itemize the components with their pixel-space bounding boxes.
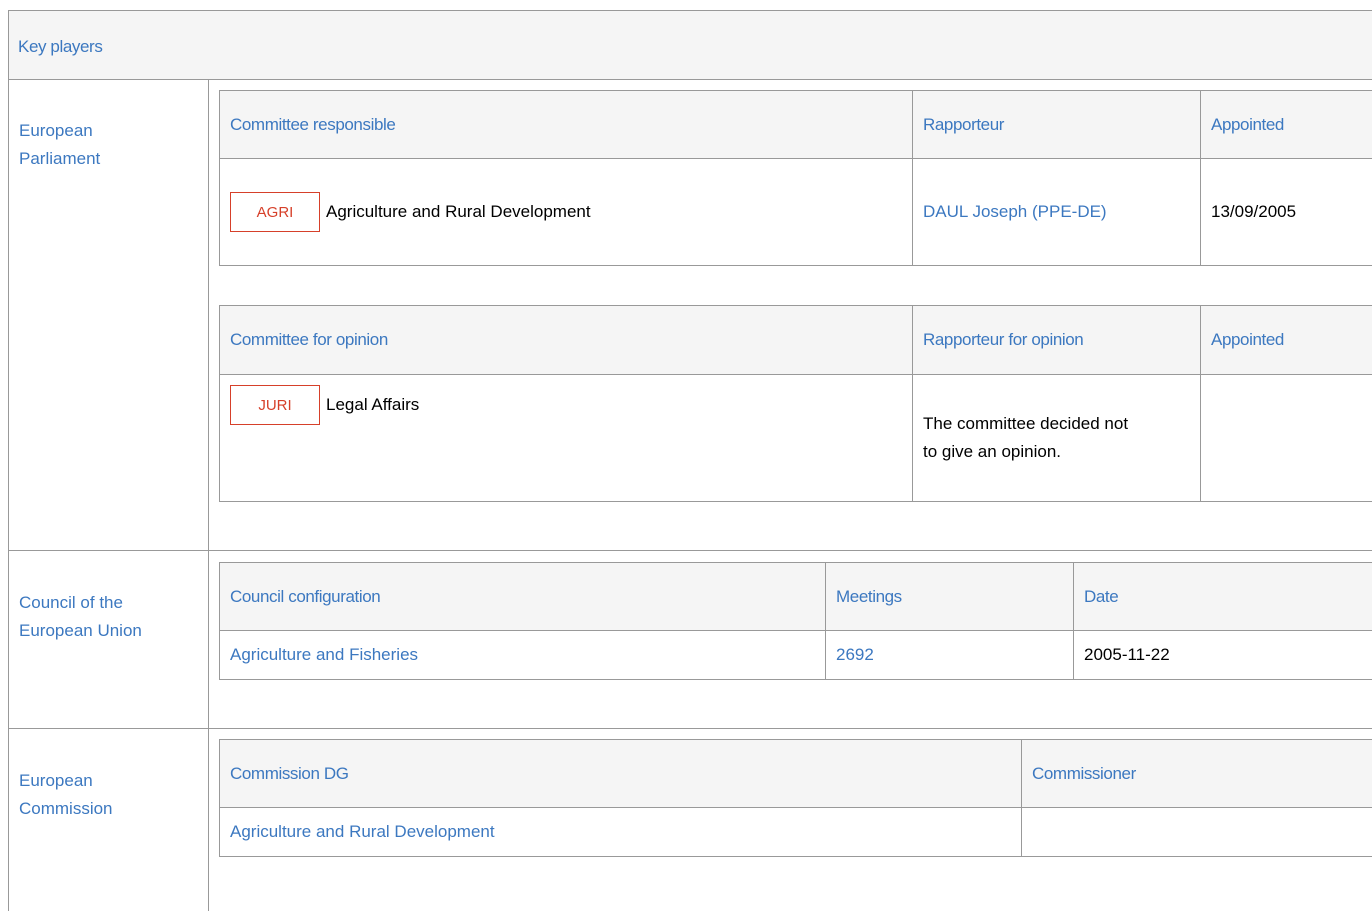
committee-badge-agri[interactable]: AGRI	[230, 192, 320, 232]
key-players-title: Key players	[18, 37, 102, 57]
row-label-line: European	[19, 117, 100, 145]
opinion-committee-name: Legal Affairs	[326, 395, 419, 415]
commissioner-header: Commissioner	[1022, 740, 1372, 808]
council-table: Council configuration Meetings Date Agri…	[219, 562, 1372, 680]
committee-opinion-table: Committee for opinion Rapporteur for opi…	[219, 305, 1372, 502]
date-header: Date	[1074, 563, 1372, 631]
meetings-header: Meetings	[826, 563, 1074, 631]
appointed-header: Appointed	[1201, 91, 1372, 159]
key-players-panel: Key players European Parliament Committe…	[8, 10, 1372, 911]
appointed-opinion-header: Appointed	[1201, 306, 1372, 375]
meetings-link[interactable]: 2692	[826, 631, 1074, 680]
appointed-date: 13/09/2005	[1201, 159, 1372, 266]
row-label-line: European Union	[19, 617, 142, 645]
commission-dg-header: Commission DG	[220, 740, 1022, 808]
row-divider	[9, 550, 1372, 551]
rapporteur-header: Rapporteur	[913, 91, 1201, 159]
committee-responsible-header: Committee responsible	[220, 91, 913, 159]
row-label-line: European	[19, 767, 113, 795]
rapporteur-opinion-header: Rapporteur for opinion	[913, 306, 1201, 375]
council-configuration-header: Council configuration	[220, 563, 826, 631]
commission-table: Commission DG Commissioner Agriculture a…	[219, 739, 1372, 857]
row-label-line: Commission	[19, 795, 113, 823]
opinion-note-line: The committee decided not	[923, 410, 1190, 438]
row-label-line: Parliament	[19, 145, 100, 173]
opinion-committee-cell: JURI Legal Affairs	[220, 375, 913, 502]
committee-badge-juri[interactable]: JURI	[230, 385, 320, 425]
rapporteur-link[interactable]: DAUL Joseph (PPE-DE)	[913, 159, 1201, 266]
opinion-rapporteur-note: The committee decided not to give an opi…	[913, 375, 1201, 502]
meeting-date: 2005-11-22	[1074, 631, 1372, 680]
committee-name: Agriculture and Rural Development	[326, 202, 591, 222]
council-configuration-link[interactable]: Agriculture and Fisheries	[220, 631, 826, 680]
key-players-header: Key players	[9, 11, 1372, 80]
committee-opinion-header: Committee for opinion	[220, 306, 913, 375]
opinion-note-line: to give an opinion.	[923, 438, 1190, 466]
row-divider	[9, 728, 1372, 729]
council-link[interactable]: Council of the European Union	[19, 589, 142, 645]
row-label-line: Council of the	[19, 589, 142, 617]
commission-link[interactable]: European Commission	[19, 767, 113, 823]
committee-responsible-table: Committee responsible Rapporteur Appoint…	[219, 90, 1372, 266]
european-parliament-link[interactable]: European Parliament	[19, 117, 100, 173]
commission-dg-link[interactable]: Agriculture and Rural Development	[220, 808, 1022, 857]
commissioner-value	[1022, 808, 1372, 857]
opinion-appointed	[1201, 375, 1372, 502]
committee-cell: AGRI Agriculture and Rural Development	[220, 159, 913, 266]
